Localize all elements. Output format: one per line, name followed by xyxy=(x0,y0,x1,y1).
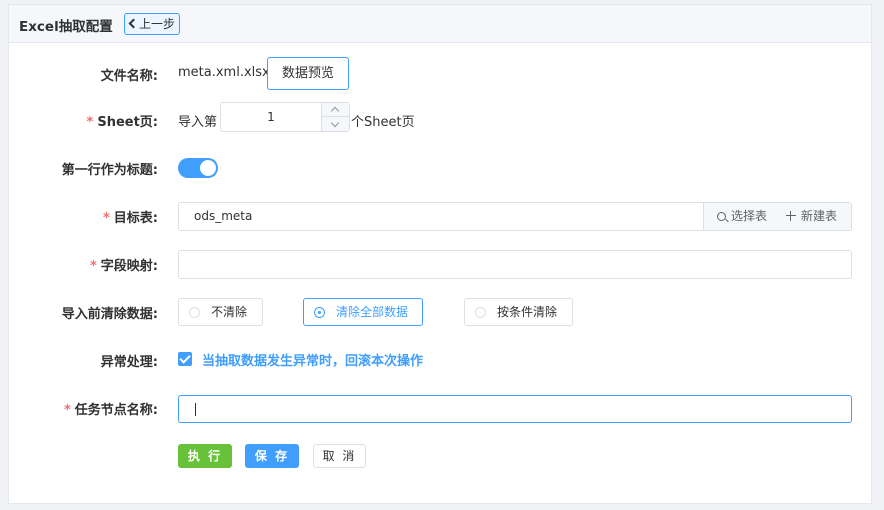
chevron-down-icon[interactable] xyxy=(322,117,349,131)
sheet-label: * Sheet页: xyxy=(86,115,158,130)
sheet-suffix-text: 个Sheet页 xyxy=(351,115,415,130)
required-mark: * xyxy=(102,211,110,226)
back-button-label: 上一步 xyxy=(139,17,176,31)
chevron-left-icon xyxy=(128,18,139,29)
search-icon xyxy=(717,212,726,221)
task-node-name-input[interactable] xyxy=(178,395,852,423)
radio-circle-icon xyxy=(189,307,200,318)
cancel-button[interactable]: 取 消 xyxy=(313,444,366,468)
file-name-label: 文件名称: xyxy=(100,69,158,84)
radio-conditional-clear[interactable]: 按条件清除 xyxy=(464,298,573,326)
task-node-name-label: * 任务节点名称: xyxy=(63,403,158,418)
first-row-header-label: 第一行作为标题: xyxy=(61,163,158,178)
text-caret xyxy=(195,403,196,416)
radio-no-clear[interactable]: 不清除 xyxy=(178,298,263,326)
radio-selected-icon xyxy=(314,307,325,318)
sheet-number-stepper[interactable]: 1 xyxy=(220,102,350,132)
required-mark: * xyxy=(63,403,71,418)
sheet-number-value[interactable]: 1 xyxy=(221,103,321,131)
toggle-knob xyxy=(200,160,216,176)
chevron-up-icon[interactable] xyxy=(322,103,349,117)
required-mark: * xyxy=(89,259,97,274)
rollback-checkbox-label[interactable]: 当抽取数据发生异常时，回滚本次操作 xyxy=(202,350,423,369)
sheet-prefix-text: 导入第 xyxy=(178,115,218,130)
clear-before-import-label: 导入前清除数据: xyxy=(61,307,158,322)
radio-label: 不清除 xyxy=(211,305,248,319)
radio-label: 按条件清除 xyxy=(497,305,558,319)
first-row-header-toggle[interactable] xyxy=(178,158,218,178)
save-button[interactable]: 保 存 xyxy=(245,444,299,468)
file-name-value: meta.xml.xlsx xyxy=(178,65,270,80)
new-table-button[interactable]: 新建表 xyxy=(786,203,837,230)
page-title: Excel抽取配置 xyxy=(19,19,113,35)
data-preview-button[interactable]: 数据预览 xyxy=(267,57,349,90)
panel-header: Excel抽取配置 上一步 xyxy=(9,5,871,43)
target-table-label: * 目标表: xyxy=(102,211,158,226)
required-mark: * xyxy=(86,115,94,130)
target-table-input[interactable]: ods_meta 选择表 新建表 xyxy=(178,202,852,231)
radio-clear-all[interactable]: 清除全部数据 xyxy=(303,298,423,326)
radio-circle-icon xyxy=(475,307,486,318)
radio-label: 清除全部数据 xyxy=(336,305,409,319)
back-button[interactable]: 上一步 xyxy=(124,13,180,35)
field-mapping-label: * 字段映射: xyxy=(89,259,158,274)
target-table-value[interactable]: ods_meta xyxy=(194,203,252,230)
target-table-append: 选择表 新建表 xyxy=(703,203,851,230)
field-mapping-input[interactable] xyxy=(178,250,852,279)
rollback-checkbox[interactable] xyxy=(178,352,192,366)
stepper-arrows xyxy=(321,103,349,131)
plus-icon xyxy=(786,211,796,221)
run-button[interactable]: 执 行 xyxy=(178,444,232,468)
error-handling-label: 异常处理: xyxy=(100,355,158,370)
select-table-button[interactable]: 选择表 xyxy=(717,203,767,230)
